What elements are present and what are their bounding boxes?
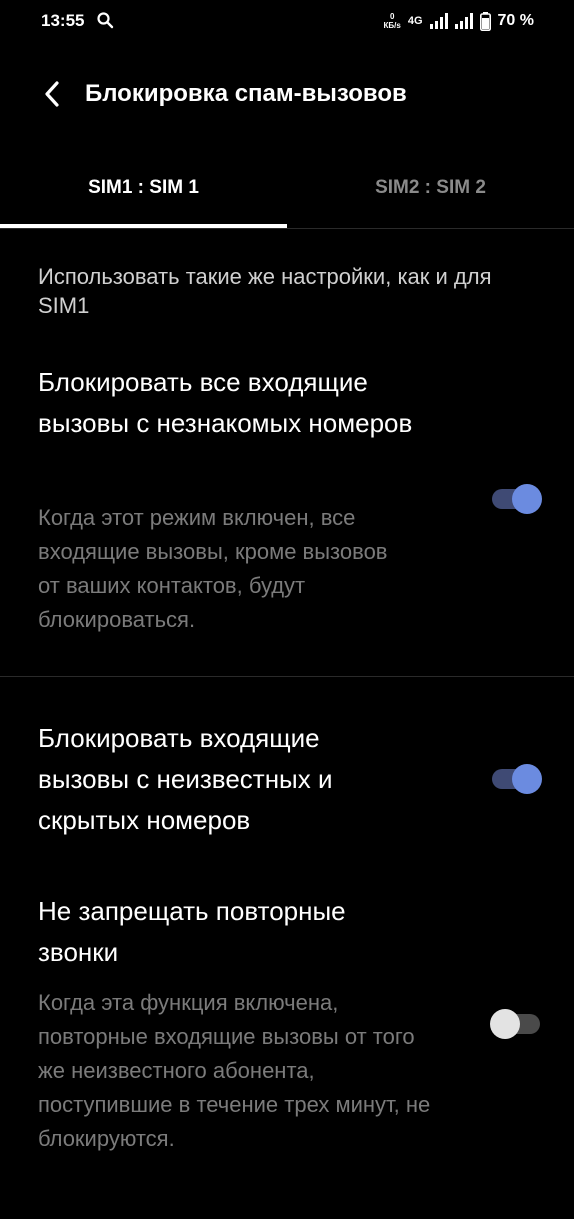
status-icons: 0 КБ/s 4G 70 %	[384, 9, 534, 33]
setting-title: Блокировать все входящие вызовы с незнак…	[38, 367, 413, 438]
page-title: Блокировка спам-вызовов	[85, 80, 407, 107]
battery-percent: 70 %	[497, 12, 534, 29]
status-time: 13:55	[41, 11, 85, 30]
battery-icon	[479, 11, 491, 31]
signal-icon	[454, 13, 473, 29]
toggle-thumb	[512, 764, 542, 794]
search-icon	[97, 12, 114, 29]
setting-block-unknown-numbers[interactable]: Блокировать все входящие вызовы с незнак…	[0, 362, 574, 652]
signal-icon	[429, 13, 448, 29]
block-unknown-toggle[interactable]	[490, 484, 542, 514]
setting-description: Когда эта функция включена, повторные вх…	[38, 990, 431, 1151]
tab-sim2[interactable]: SIM2 : SIM 2	[287, 150, 574, 226]
toggle-thumb	[490, 1009, 520, 1039]
app-header: Блокировка спам-вызовов	[0, 62, 574, 126]
toggle-thumb	[512, 484, 542, 514]
network-type: 4G	[407, 15, 423, 27]
network-speed-value: 0	[389, 12, 395, 21]
back-button[interactable]	[34, 76, 70, 112]
back-arrow-icon	[45, 81, 59, 107]
network-speed-unit: КБ/s	[383, 21, 401, 30]
repeat-calls-toggle[interactable]	[490, 1009, 542, 1039]
setting-allow-repeat-calls[interactable]: Не запрещать повторные звонки Когда эта …	[0, 891, 574, 1171]
tab-divider	[0, 228, 574, 229]
status-bar: 13:55 0 КБ/s 4G 70 %	[0, 0, 574, 42]
setting-title: Блокировать входящие вызовы с неизвестны…	[38, 723, 333, 835]
setting-block-hidden-numbers[interactable]: Блокировать входящие вызовы с неизвестны…	[0, 718, 574, 848]
network-speed: 0 КБ/s	[384, 12, 401, 30]
setting-title: Не запрещать повторные звонки	[38, 896, 346, 967]
section-divider	[0, 676, 574, 677]
same-settings-option[interactable]: Использовать такие же настройки, как и д…	[38, 262, 538, 320]
sim-tabs: SIM1 : SIM 1 SIM2 : SIM 2	[0, 150, 574, 230]
tab-sim1[interactable]: SIM1 : SIM 1	[0, 150, 287, 226]
block-hidden-toggle[interactable]	[490, 764, 542, 794]
setting-description: Когда этот режим включен, все входящие в…	[38, 505, 388, 632]
